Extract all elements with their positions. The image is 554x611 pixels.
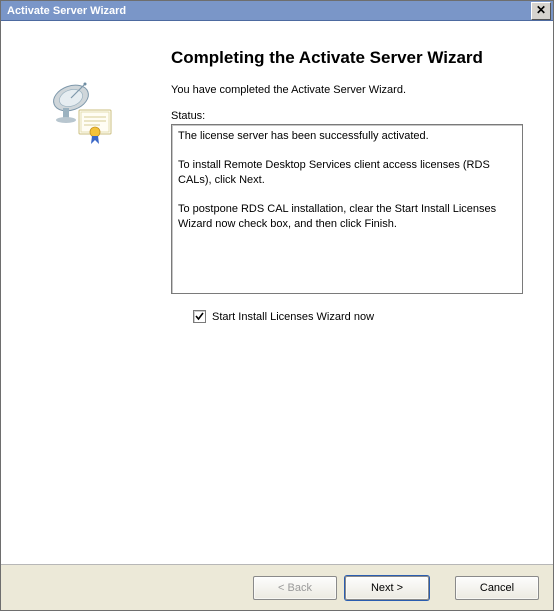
window-title: Activate Server Wizard: [7, 5, 531, 17]
status-line: To install Remote Desktop Services clien…: [178, 158, 516, 188]
page-heading: Completing the Activate Server Wizard: [171, 47, 523, 68]
checkmark-icon: [194, 311, 205, 322]
checkbox-row: Start Install Licenses Wizard now: [193, 310, 523, 323]
wizard-graphic: [45, 76, 117, 148]
status-label: Status:: [171, 110, 523, 122]
side-column: [1, 21, 161, 564]
main-column: Completing the Activate Server Wizard Yo…: [161, 21, 553, 564]
next-button[interactable]: Next >: [345, 576, 429, 600]
status-box: The license server has been successfully…: [171, 124, 523, 294]
status-line: To postpone RDS CAL installation, clear …: [178, 202, 516, 232]
checkbox-label: Start Install Licenses Wizard now: [212, 311, 374, 323]
titlebar[interactable]: Activate Server Wizard ✕: [1, 1, 553, 21]
intro-text: You have completed the Activate Server W…: [171, 84, 523, 96]
status-line: The license server has been successfully…: [178, 129, 516, 144]
close-button[interactable]: ✕: [531, 2, 551, 20]
back-button[interactable]: < Back: [253, 576, 337, 600]
wizard-window: Activate Server Wizard ✕: [0, 0, 554, 611]
cancel-button[interactable]: Cancel: [455, 576, 539, 600]
close-icon: ✕: [536, 3, 546, 17]
button-bar: < Back Next > Cancel: [1, 564, 553, 610]
start-install-checkbox[interactable]: [193, 310, 206, 323]
wizard-body: Completing the Activate Server Wizard Yo…: [1, 21, 553, 564]
